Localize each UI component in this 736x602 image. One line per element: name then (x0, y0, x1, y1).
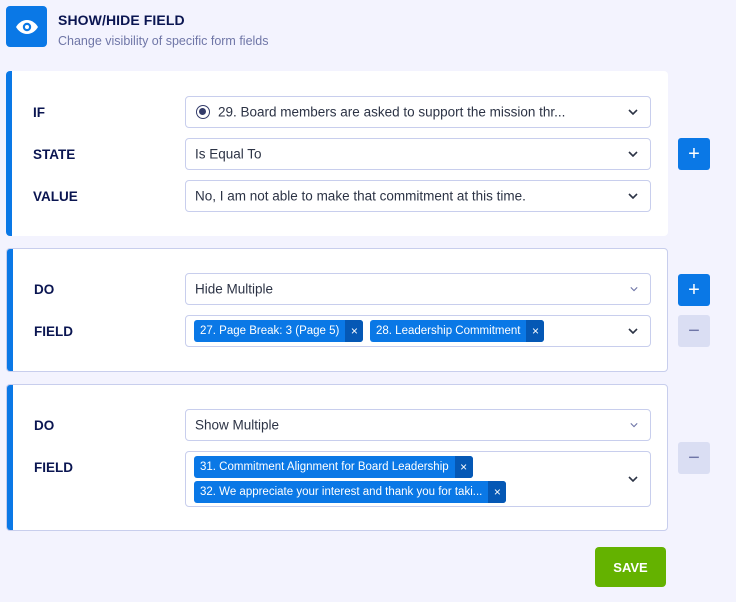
remove-action-button[interactable]: − (678, 442, 710, 474)
value-select-value: No, I am not able to make that commitmen… (195, 188, 526, 204)
value-label: VALUE (33, 189, 78, 204)
field-tag-label: 32. We appreciate your interest and than… (200, 486, 483, 498)
field-multiselect[interactable]: 31. Commitment Alignment for Board Leade… (185, 451, 651, 507)
value-select[interactable]: No, I am not able to make that commitmen… (185, 180, 651, 212)
field-label: FIELD (34, 460, 73, 475)
field-tag: 31. Commitment Alignment for Board Leade… (194, 456, 473, 478)
condition-card: IF 29. Board members are asked to suppor… (6, 71, 668, 236)
remove-action-button[interactable]: − (678, 315, 710, 347)
tag-remove-icon[interactable]: × (454, 456, 473, 478)
page-header: SHOW/HIDE FIELD Change visibility of spe… (6, 6, 406, 50)
card-accent-bar (7, 249, 13, 371)
eye-icon (6, 6, 47, 47)
chevron-down-icon (628, 151, 638, 157)
action-card-2: DO Show Multiple FIELD 31. Commitment Al… (6, 384, 668, 531)
chevron-down-icon (628, 109, 638, 115)
state-select[interactable]: Is Equal To (185, 138, 651, 170)
radio-icon (196, 105, 210, 119)
field-tag-label: 28. Leadership Commitment (376, 325, 521, 337)
field-tag-label: 31. Commitment Alignment for Board Leade… (200, 461, 449, 473)
do-select-value: Hide Multiple (195, 281, 274, 297)
field-label: FIELD (34, 324, 73, 339)
do-label: DO (34, 282, 55, 297)
tag-remove-icon[interactable]: × (526, 320, 545, 342)
chevron-down-icon (628, 328, 638, 334)
save-button[interactable]: SAVE (595, 547, 666, 587)
chevron-down-icon (630, 423, 638, 428)
add-condition-button[interactable]: + (678, 138, 710, 170)
do-select[interactable]: Hide Multiple (185, 273, 651, 305)
tag-remove-icon[interactable]: × (488, 481, 507, 503)
field-tag: 32. We appreciate your interest and than… (194, 481, 507, 503)
if-select-value: 29. Board members are asked to support t… (218, 104, 566, 120)
card-accent-bar (6, 71, 12, 236)
if-select[interactable]: 29. Board members are asked to support t… (185, 96, 651, 128)
chevron-down-icon (630, 287, 638, 292)
add-action-button[interactable]: + (678, 274, 710, 306)
state-select-value: Is Equal To (195, 146, 262, 162)
chevron-down-icon (628, 193, 638, 199)
if-label: IF (33, 105, 45, 120)
chevron-down-icon (628, 476, 638, 482)
field-tag: 27. Page Break: 3 (Page 5) × (194, 320, 364, 342)
state-label: STATE (33, 147, 76, 162)
do-select[interactable]: Show Multiple (185, 409, 651, 441)
page-title: SHOW/HIDE FIELD (58, 12, 185, 28)
action-card-1: DO Hide Multiple FIELD 27. Page Break: 3… (6, 248, 668, 372)
do-select-value: Show Multiple (195, 417, 280, 433)
field-tag: 28. Leadership Commitment × (370, 320, 545, 342)
tag-remove-icon[interactable]: × (345, 320, 364, 342)
do-label: DO (34, 418, 55, 433)
field-tag-label: 27. Page Break: 3 (Page 5) (200, 325, 340, 337)
field-multiselect[interactable]: 27. Page Break: 3 (Page 5) × 28. Leaders… (185, 315, 651, 347)
card-accent-bar (7, 385, 13, 530)
page-subtitle: Change visibility of specific form field… (58, 34, 269, 48)
